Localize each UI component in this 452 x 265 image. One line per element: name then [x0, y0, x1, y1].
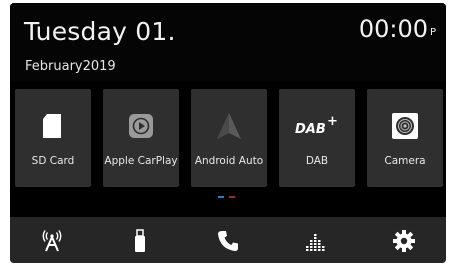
date-day: Tuesday 01.: [24, 17, 176, 46]
page-dot-active[interactable]: [218, 196, 224, 198]
app-label: DAB: [305, 155, 329, 167]
usb-icon[interactable]: [128, 229, 152, 253]
equalizer-icon[interactable]: [304, 229, 328, 253]
app-tile-apple-carplay[interactable]: Apple CarPlay: [103, 89, 179, 187]
clock-time: 00:00: [358, 15, 428, 43]
radio-antenna-icon[interactable]: [40, 229, 64, 253]
date-month-year: February2019: [25, 59, 116, 74]
head-unit-screen: Tuesday 01. February2019 00:00 P SD Card…: [10, 3, 446, 263]
app-label: Camera: [384, 155, 426, 167]
page-dot-inactive[interactable]: [229, 196, 235, 198]
app-label: SD Card: [31, 155, 75, 167]
app-label: Android Auto: [194, 155, 264, 167]
android-auto-icon: [214, 111, 244, 141]
app-label: Apple CarPlay: [104, 155, 178, 167]
page-indicator: [218, 196, 238, 199]
app-tile-android-auto[interactable]: Android Auto: [191, 89, 267, 187]
camera-icon: [390, 111, 420, 141]
status-header: Tuesday 01. February2019 00:00 P: [10, 3, 446, 81]
dab-icon: DAB +: [293, 111, 341, 141]
clock-suffix: P: [429, 27, 436, 38]
phone-icon[interactable]: [216, 229, 240, 253]
settings-gear-icon[interactable]: [392, 229, 416, 253]
svg-text:DAB: DAB: [295, 122, 326, 137]
svg-text:+: +: [327, 114, 338, 129]
bottom-nav: [10, 217, 446, 263]
app-grid: SD Card Apple CarPlay Android Auto DAB +…: [15, 89, 443, 187]
app-tile-dab[interactable]: DAB + DAB: [279, 89, 355, 187]
carplay-icon: [126, 111, 156, 141]
app-tile-sd-card[interactable]: SD Card: [15, 89, 91, 187]
sd-card-icon: [38, 111, 68, 141]
app-tile-camera[interactable]: Camera: [367, 89, 443, 187]
